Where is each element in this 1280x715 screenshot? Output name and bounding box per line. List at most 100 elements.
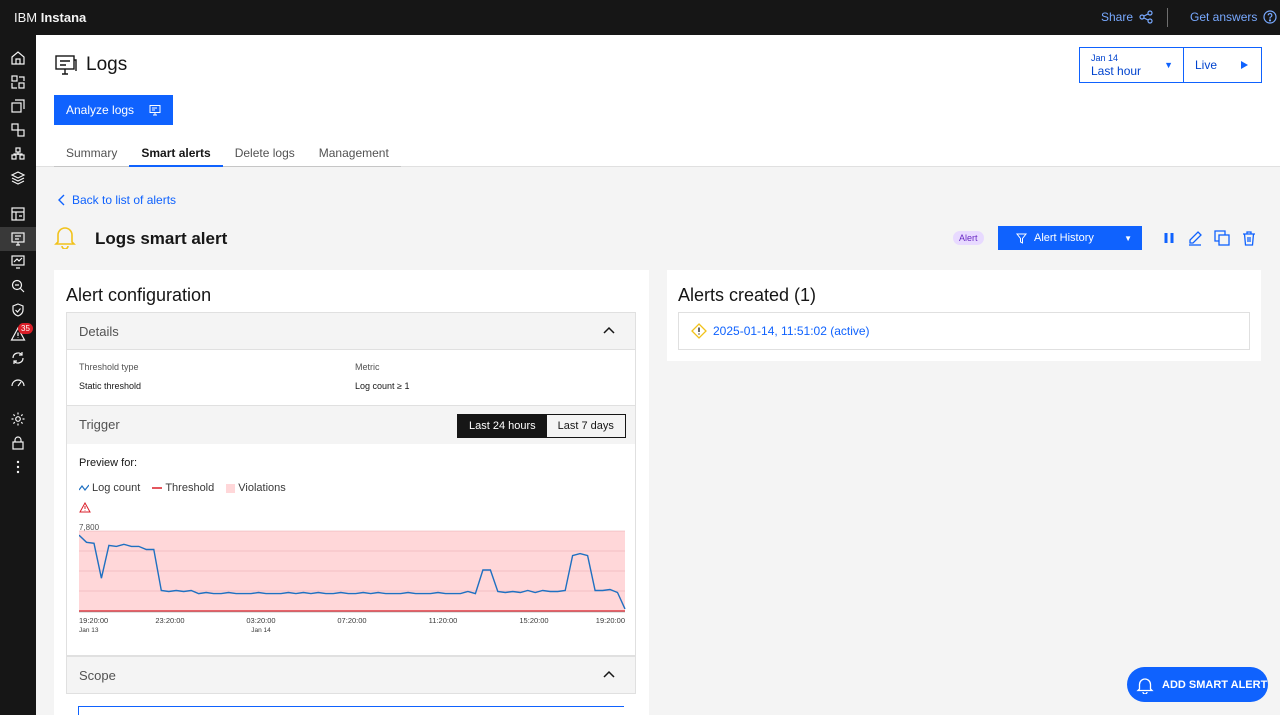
trigger-label: Trigger: [79, 417, 120, 432]
legend-violations-label: Violations: [238, 482, 286, 494]
x-tick-label: 07:20:00: [337, 616, 366, 625]
legend-threshold[interactable]: Threshold: [152, 482, 214, 494]
top-bar: IBM Instana Share Get answers: [0, 0, 1280, 35]
page-header: Logs Analyze logs Jan 14 Last hour ▼ Liv…: [36, 35, 1280, 167]
platforms-icon[interactable]: [8, 144, 28, 164]
range-7d-button[interactable]: Last 7 days: [547, 415, 625, 437]
live-button[interactable]: Live: [1184, 48, 1261, 82]
alert-history-button[interactable]: Alert History ▼: [998, 226, 1142, 250]
layers-icon[interactable]: [8, 168, 28, 188]
get-answers-label: Get answers: [1190, 10, 1258, 24]
synthetics-icon[interactable]: [8, 252, 28, 272]
share-button[interactable]: Share: [1101, 10, 1153, 24]
metric-value: Log count ≥ 1: [355, 381, 410, 391]
warning-icon: [79, 502, 91, 513]
details-label: Details: [79, 324, 119, 339]
trigger-section: Trigger Last 24 hours Last 7 days Previe…: [66, 406, 636, 656]
legend-log-count-label: Log count: [92, 482, 141, 494]
x-tick-sublabel: Jan 13: [79, 627, 99, 634]
brand-prefix: IBM: [14, 10, 38, 25]
topbar-divider: [1167, 8, 1168, 27]
automation-icon[interactable]: [8, 348, 28, 368]
dashboards-icon[interactable]: [8, 204, 28, 224]
duplicate-icon[interactable]: [1214, 230, 1230, 246]
analyze-logs-button[interactable]: Analyze logs: [54, 95, 173, 125]
threshold-type-label: Threshold type: [79, 362, 139, 372]
add-smart-alert-button[interactable]: ADD SMART ALERT: [1127, 667, 1268, 702]
edit-icon[interactable]: [1187, 230, 1203, 246]
y-tick-label: 7,800: [79, 523, 100, 532]
tab-bar: Summary Smart alerts Delete logs Managem…: [54, 137, 401, 167]
brand-product: Instana: [40, 10, 87, 25]
preview-label: Preview for:: [79, 457, 138, 469]
services-icon[interactable]: [8, 96, 28, 116]
help-icon: [1263, 10, 1277, 24]
home-icon[interactable]: [8, 48, 28, 68]
threshold-type-value: Static threshold: [79, 381, 142, 391]
main-content: Logs Analyze logs Jan 14 Last hour ▼ Liv…: [36, 35, 1280, 715]
security-icon[interactable]: [8, 300, 28, 320]
brand[interactable]: IBM Instana: [14, 10, 86, 25]
warning-diamond-icon: [691, 323, 707, 339]
range-24h-button[interactable]: Last 24 hours: [458, 415, 547, 437]
back-link[interactable]: Back to list of alerts: [58, 193, 176, 207]
metric-label: Metric: [355, 362, 380, 372]
analytics-icon[interactable]: [8, 276, 28, 296]
lock-icon[interactable]: [8, 433, 28, 453]
alert-configuration-title: Alert configuration: [66, 285, 212, 305]
bell-icon: [54, 227, 76, 249]
share-label: Share: [1101, 10, 1134, 24]
tab-summary[interactable]: Summary: [54, 137, 129, 167]
x-tick-label: 11:20:00: [429, 616, 458, 625]
alerts-created-panel: Alerts created (1) 2025-01-14, 11:51:02 …: [667, 270, 1261, 361]
x-tick-label: 15:20:00: [519, 616, 548, 625]
caret-down-icon: ▼: [1164, 60, 1173, 70]
tab-delete-logs[interactable]: Delete logs: [223, 137, 307, 167]
settings-icon[interactable]: [8, 409, 28, 429]
scope-accordion[interactable]: Scope: [66, 656, 636, 694]
filter-icon: [1016, 233, 1027, 244]
alert-history-label: Alert History: [1034, 232, 1094, 244]
caret-down-icon: ▼: [1124, 233, 1132, 243]
play-icon: [1241, 61, 1248, 69]
x-tick-label: 03:20:00: [246, 616, 275, 625]
analyze-logs-label: Analyze logs: [66, 103, 135, 117]
chart-legend: Log count Threshold Violations: [79, 482, 286, 494]
log-count-chart: 7,800 19:20:00 Jan 13 23:20:00 03:20:00 Jan 1…: [79, 523, 626, 634]
range-switcher: Last 24 hours Last 7 days: [457, 414, 626, 438]
add-smart-alert-label: ADD SMART ALERT: [1162, 678, 1268, 691]
scope-label: Scope: [79, 668, 116, 683]
tab-management[interactable]: Management: [307, 137, 401, 167]
alert-entry[interactable]: 2025-01-14, 11:51:02 (active): [678, 312, 1250, 350]
logs-icon[interactable]: [8, 229, 28, 249]
bell-icon: [1136, 677, 1154, 694]
details-body: Threshold type Static threshold Metric L…: [66, 349, 636, 406]
infrastructure-icon[interactable]: [8, 120, 28, 140]
violations-swatch-icon: [226, 483, 236, 493]
share-icon: [1139, 10, 1153, 24]
events-badge: 35: [18, 323, 33, 334]
scope-editor[interactable]: [78, 706, 624, 715]
pause-icon[interactable]: [1161, 230, 1177, 246]
details-accordion[interactable]: Details: [66, 312, 636, 350]
chevron-left-icon: [58, 194, 65, 206]
applications-icon[interactable]: [8, 72, 28, 92]
x-tick-label: 19:20:00: [596, 616, 625, 625]
tab-smart-alerts[interactable]: Smart alerts: [129, 137, 223, 167]
alert-entry-link[interactable]: 2025-01-14, 11:51:02 (active): [713, 324, 870, 338]
back-link-label: Back to list of alerts: [72, 193, 177, 207]
more-icon[interactable]: [8, 457, 28, 477]
x-tick-sublabel: Jan 14: [251, 627, 271, 634]
trash-icon[interactable]: [1241, 230, 1257, 246]
legend-threshold-label: Threshold: [165, 482, 215, 494]
legend-log-count[interactable]: Log count: [79, 482, 140, 494]
live-label: Live: [1195, 58, 1218, 72]
alert-title: Logs smart alert: [95, 229, 228, 248]
alerts-created-title: Alerts created (1): [678, 285, 817, 305]
performance-icon[interactable]: [8, 372, 28, 392]
alert-configuration-panel: Alert configuration Details Threshold ty…: [54, 270, 649, 715]
legend-violations[interactable]: Violations: [226, 482, 286, 494]
time-picker: Jan 14 Last hour ▼ Live: [1079, 47, 1262, 83]
time-range-dropdown[interactable]: Jan 14 Last hour ▼: [1080, 48, 1184, 82]
get-answers-button[interactable]: Get answers: [1190, 10, 1277, 24]
